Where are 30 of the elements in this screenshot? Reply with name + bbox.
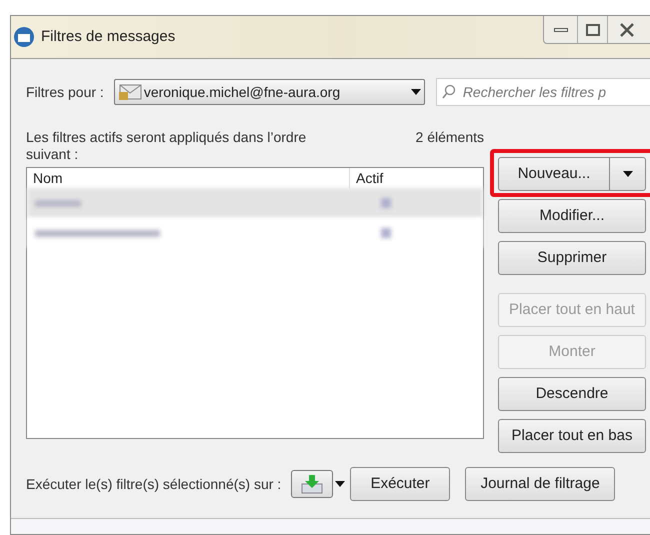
close-icon xyxy=(620,22,634,36)
account-dropdown[interactable]: veronique.michel@fne-aura.org xyxy=(114,79,425,105)
window-title: Filtres de messages xyxy=(41,26,176,47)
action-button[interactable]: Supprimer xyxy=(498,241,646,275)
maximize-icon xyxy=(586,24,600,36)
action-button[interactable]: Modifier... xyxy=(498,199,646,233)
filter-log-button[interactable]: Journal de filtrage xyxy=(465,467,616,501)
minimize-icon xyxy=(554,28,568,32)
folder-dropdown[interactable] xyxy=(291,470,334,498)
action-button[interactable]: Placer tout en bas xyxy=(498,419,646,453)
dropdown-arrow-icon xyxy=(410,89,421,95)
account-value: veronique.michel@fne-aura.org xyxy=(144,82,342,102)
action-button[interactable]: Descendre xyxy=(498,377,646,411)
inbox-download-icon xyxy=(300,474,324,494)
filter-count: 2 éléments xyxy=(416,129,484,146)
list-caption: Les filtres actifs seront appliqués dans l’ordre suivant : xyxy=(26,129,308,163)
new-menu-button[interactable] xyxy=(610,157,646,191)
app-icon xyxy=(13,26,35,48)
envelope-lock-icon xyxy=(118,83,142,101)
column-header[interactable]: Actif xyxy=(350,168,384,188)
dropdown-arrow-icon xyxy=(622,171,632,177)
run-label: Exécuter le(s) filtre(s) sélectionné(s) sur : xyxy=(26,474,282,494)
redacted-name xyxy=(35,200,81,206)
search-field[interactable]: Rechercher les filtres p xyxy=(436,78,650,106)
redacted-check xyxy=(381,198,391,208)
redacted-check xyxy=(381,228,391,238)
dropdown-arrow-icon[interactable] xyxy=(335,481,346,487)
new-button[interactable]: Nouveau... xyxy=(498,157,610,191)
filters-for-label: Filtres pour : xyxy=(26,82,104,102)
run-button[interactable]: Exécuter xyxy=(350,467,450,501)
